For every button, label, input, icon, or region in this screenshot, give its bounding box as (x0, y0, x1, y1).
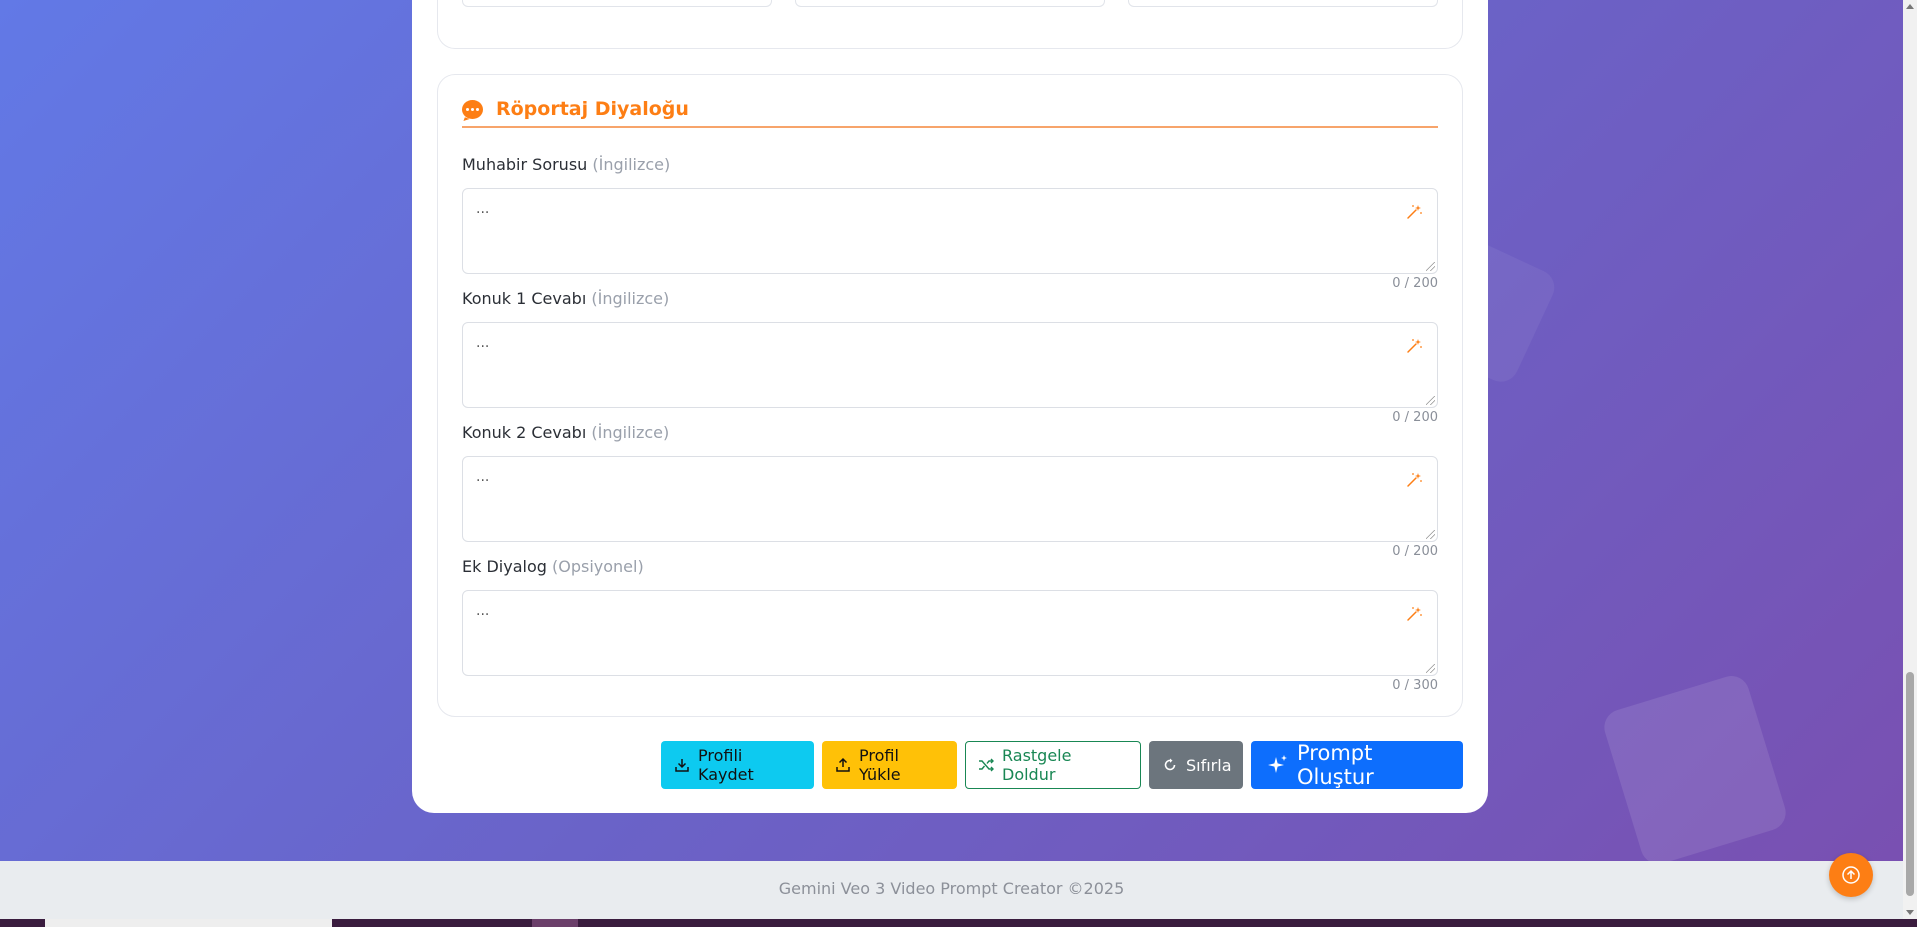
taskbar-app[interactable] (532, 919, 578, 927)
create-prompt-button[interactable]: Prompt Oluştur (1251, 741, 1463, 789)
load-profile-label: Profil Yükle (859, 746, 901, 784)
magic-wand-icon[interactable] (1405, 203, 1423, 221)
resize-handle[interactable] (1426, 530, 1435, 539)
load-profile-button[interactable]: Profil Yükle (822, 741, 957, 789)
magic-wand-icon[interactable] (1405, 471, 1423, 489)
footer: Gemini Veo 3 Video Prompt Creator ©2025 (0, 861, 1903, 919)
previous-input[interactable] (462, 0, 772, 7)
upload-icon (836, 757, 850, 772)
textarea-value: ... (476, 335, 490, 351)
os-taskbar (0, 919, 1917, 927)
interview-dialog-section: Röportaj Diyaloğu Muhabir Sorusu (İngili… (437, 74, 1463, 717)
previous-section (437, 0, 1463, 49)
footer-text: Gemini Veo 3 Video Prompt Creator ©2025 (778, 879, 1125, 898)
textarea-value: ... (476, 469, 490, 485)
refresh-icon (1164, 758, 1176, 771)
field-label: Muhabir Sorusu (462, 155, 588, 174)
section-header: Röportaj Diyaloğu (462, 97, 1438, 128)
char-counter: 0 / 300 (1392, 678, 1438, 693)
textarea-value: ... (476, 603, 490, 619)
download-icon (675, 759, 689, 772)
comment-dots-icon (462, 100, 483, 119)
magic-wand-icon[interactable] (1405, 605, 1423, 623)
previous-input[interactable] (795, 0, 1105, 7)
save-profile-button[interactable]: Profili Kaydet (661, 741, 814, 789)
field-hint: (İngilizce) (591, 423, 670, 442)
extra-dialog-field: Ek Diyalog (Opsiyonel) ... 0 / 300 (462, 556, 1438, 694)
textarea-value: ... (476, 201, 490, 217)
guest2-answer-field: Konuk 2 Cevabı (İngilizce) ... 0 / 200 (462, 422, 1438, 560)
random-fill-button[interactable]: Rastgele Doldur (965, 741, 1141, 789)
scroll-to-top-button[interactable] (1829, 853, 1873, 897)
field-label: Konuk 2 Cevabı (462, 423, 587, 442)
form-card: Röportaj Diyaloğu Muhabir Sorusu (İngili… (412, 0, 1488, 813)
random-fill-label: Rastgele Doldur (1002, 746, 1072, 784)
reporter-question-field: Muhabir Sorusu (İngilizce) ... 0 / 200 (462, 154, 1438, 292)
guest2-answer-textarea[interactable]: ... (462, 456, 1438, 542)
scrollbar-thumb[interactable] (1906, 672, 1914, 896)
guest1-answer-textarea[interactable]: ... (462, 322, 1438, 408)
magic-wand-icon[interactable] (1405, 337, 1423, 355)
taskbar-search[interactable] (45, 919, 332, 927)
scroll-down-arrow[interactable] (1906, 910, 1914, 915)
resize-handle[interactable] (1426, 262, 1435, 271)
section-title: Röportaj Diyaloğu (496, 98, 689, 120)
field-label: Ek Diyalog (462, 557, 547, 576)
page-scrollbar[interactable] (1903, 0, 1917, 919)
previous-input[interactable] (1128, 0, 1438, 7)
reporter-question-textarea[interactable]: ... (462, 188, 1438, 274)
field-hint: (Opsiyonel) (551, 557, 644, 576)
background-shape (1599, 671, 1791, 869)
guest1-answer-field: Konuk 1 Cevabı (İngilizce) ... 0 / 200 (462, 288, 1438, 426)
scroll-up-arrow[interactable] (1906, 4, 1914, 9)
create-prompt-label: Prompt Oluştur (1297, 741, 1374, 789)
shuffle-icon (979, 758, 994, 772)
reset-button[interactable]: Sıfırla (1149, 741, 1243, 789)
field-hint: (İngilizce) (592, 155, 671, 174)
extra-dialog-textarea[interactable]: ... (462, 590, 1438, 676)
sparkles-icon (1268, 755, 1287, 773)
action-bar: Profili Kaydet Profil Yükle Rastgele Dol… (661, 741, 1463, 789)
field-label: Konuk 1 Cevabı (462, 289, 587, 308)
resize-handle[interactable] (1426, 396, 1435, 405)
field-hint: (İngilizce) (591, 289, 670, 308)
arrow-up-circle-icon (1842, 866, 1860, 884)
resize-handle[interactable] (1426, 664, 1435, 673)
reset-label: Sıfırla (1186, 755, 1232, 775)
save-profile-label: Profili Kaydet (698, 746, 754, 784)
